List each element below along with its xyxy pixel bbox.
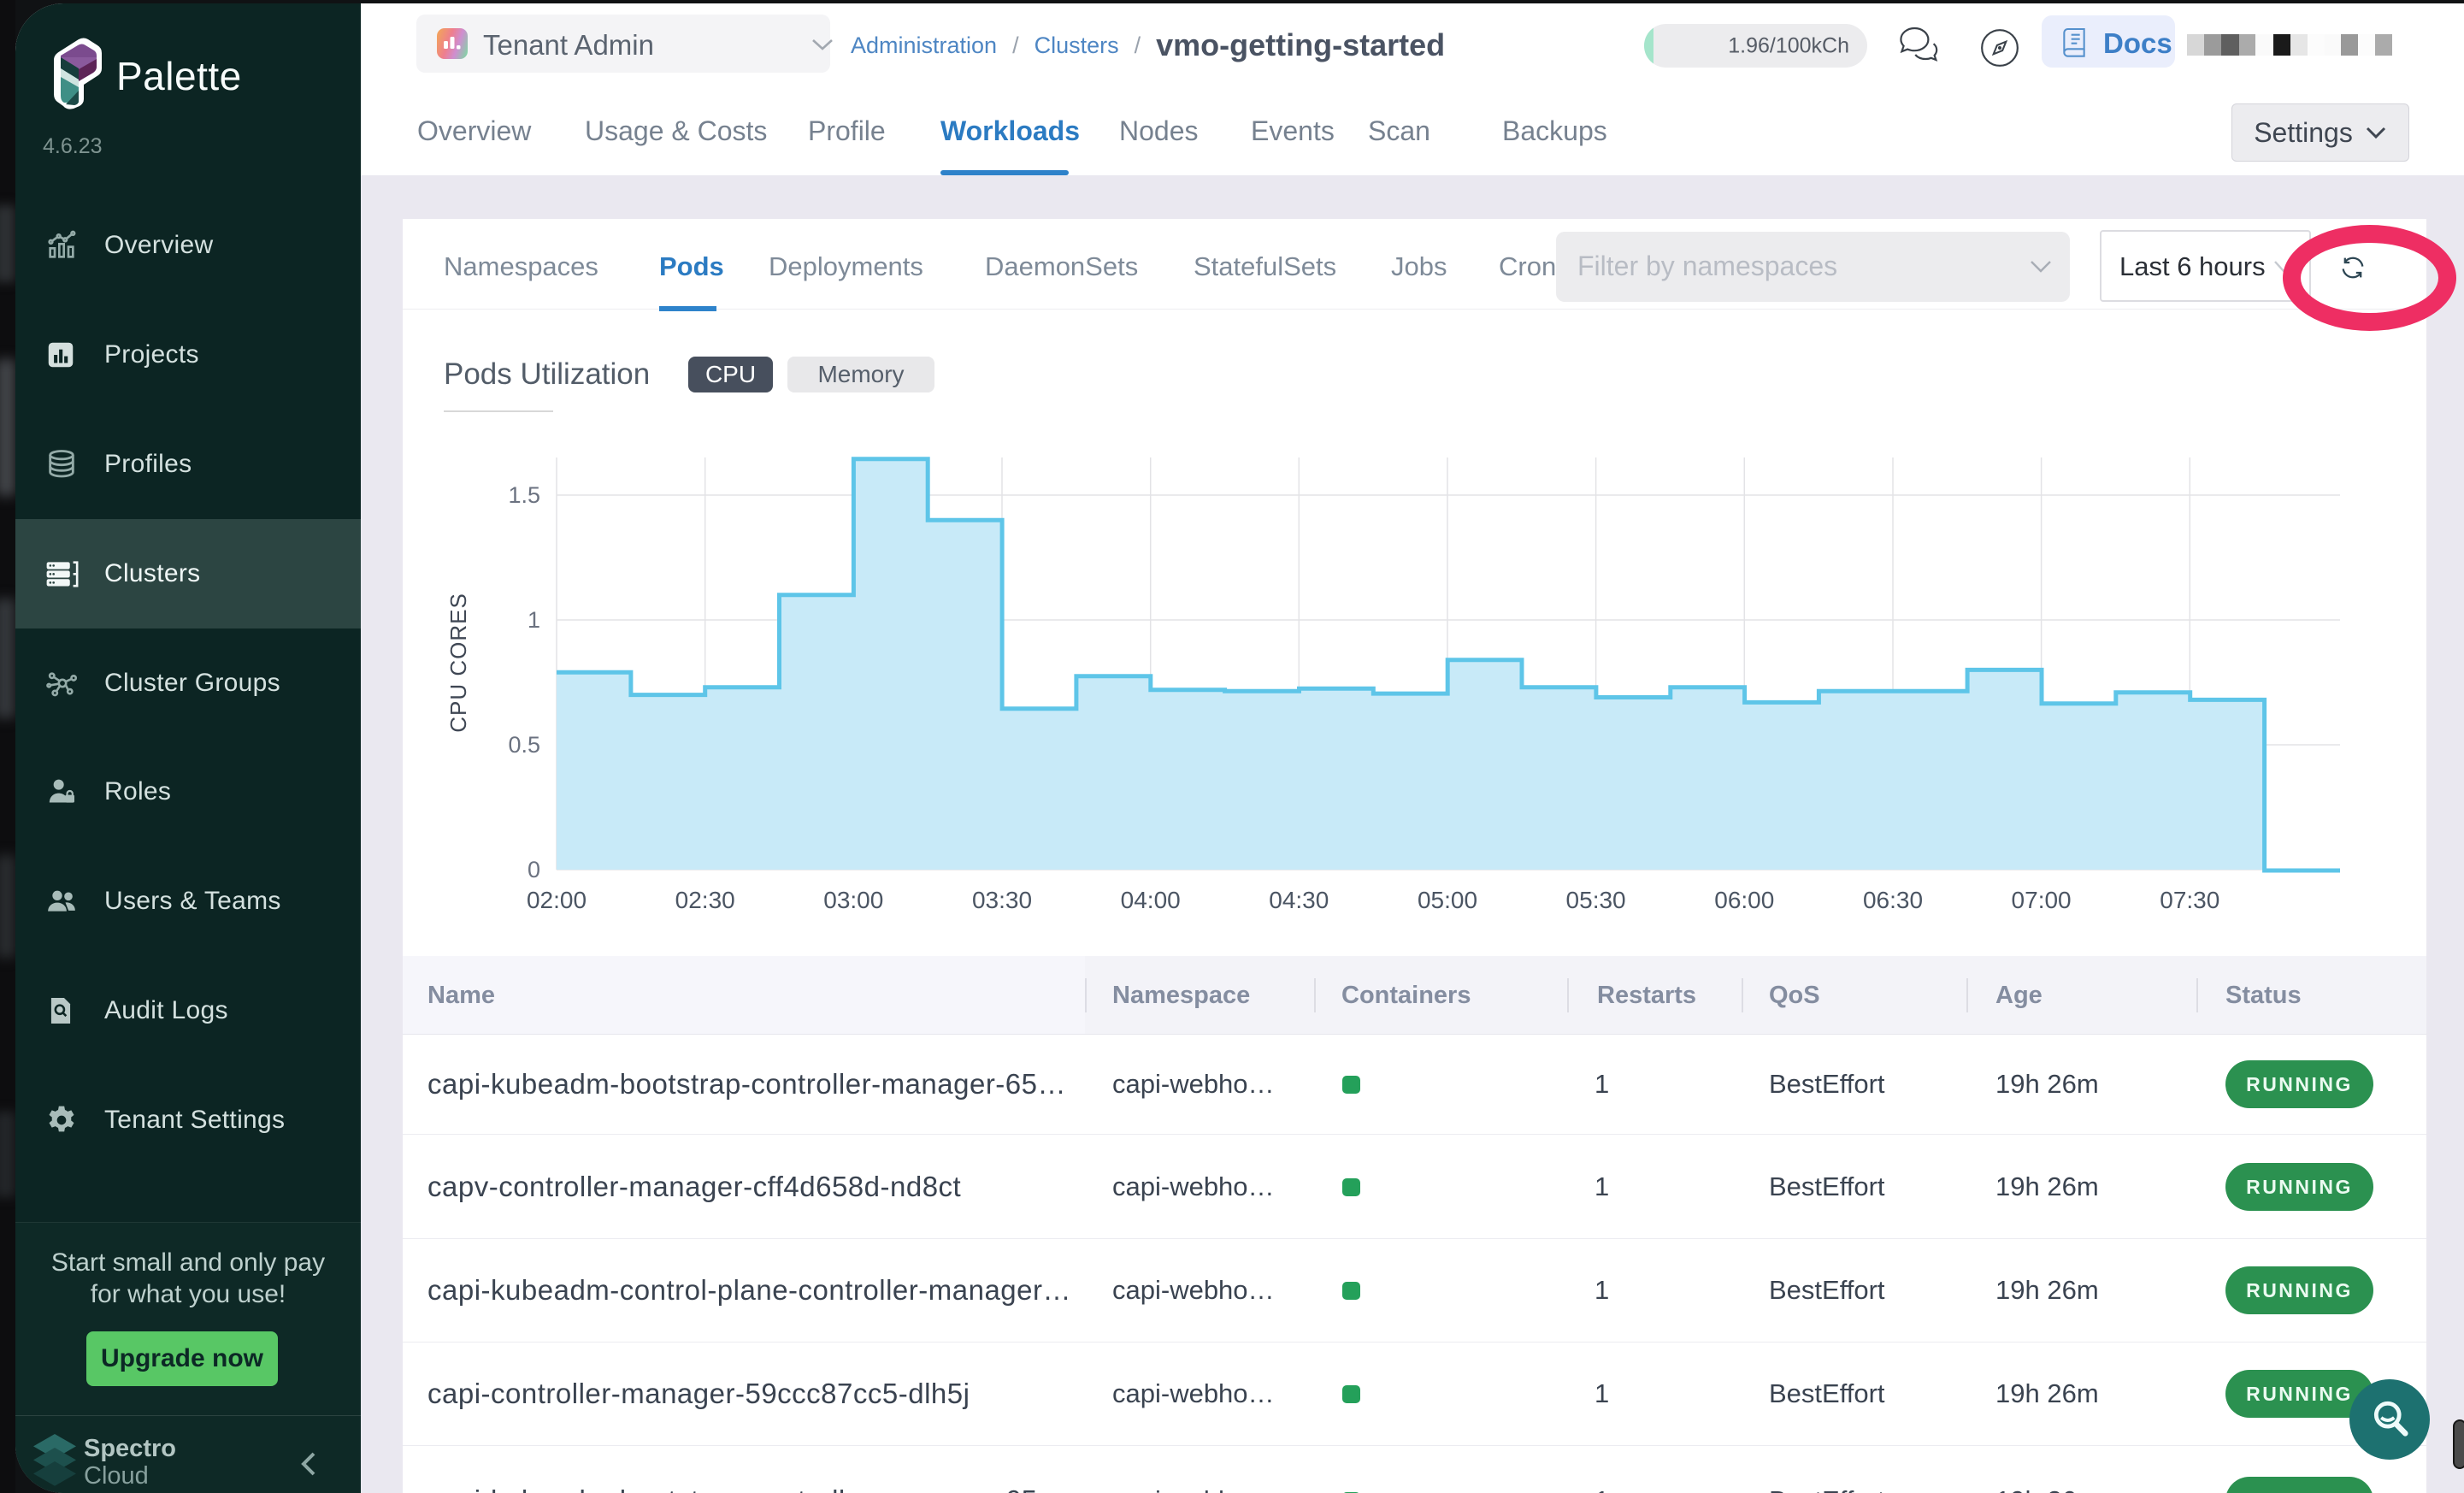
- svg-text:02:30: 02:30: [675, 887, 735, 913]
- svg-text:03:30: 03:30: [972, 887, 1032, 913]
- svg-text:05:30: 05:30: [1566, 887, 1626, 913]
- svg-text:07:30: 07:30: [2160, 887, 2219, 913]
- svg-text:1.5: 1.5: [508, 482, 540, 508]
- svg-text:0: 0: [528, 857, 540, 882]
- svg-text:06:00: 06:00: [1714, 887, 1774, 913]
- svg-text:0.5: 0.5: [508, 732, 540, 758]
- svg-text:07:00: 07:00: [2012, 887, 2072, 913]
- svg-text:CPU CORES: CPU CORES: [445, 593, 471, 733]
- svg-text:05:00: 05:00: [1418, 887, 1477, 913]
- svg-text:04:00: 04:00: [1121, 887, 1181, 913]
- svg-text:06:30: 06:30: [1863, 887, 1923, 913]
- svg-text:03:00: 03:00: [823, 887, 883, 913]
- svg-text:02:00: 02:00: [527, 887, 587, 913]
- svg-text:1: 1: [528, 607, 540, 633]
- svg-text:04:30: 04:30: [1269, 887, 1329, 913]
